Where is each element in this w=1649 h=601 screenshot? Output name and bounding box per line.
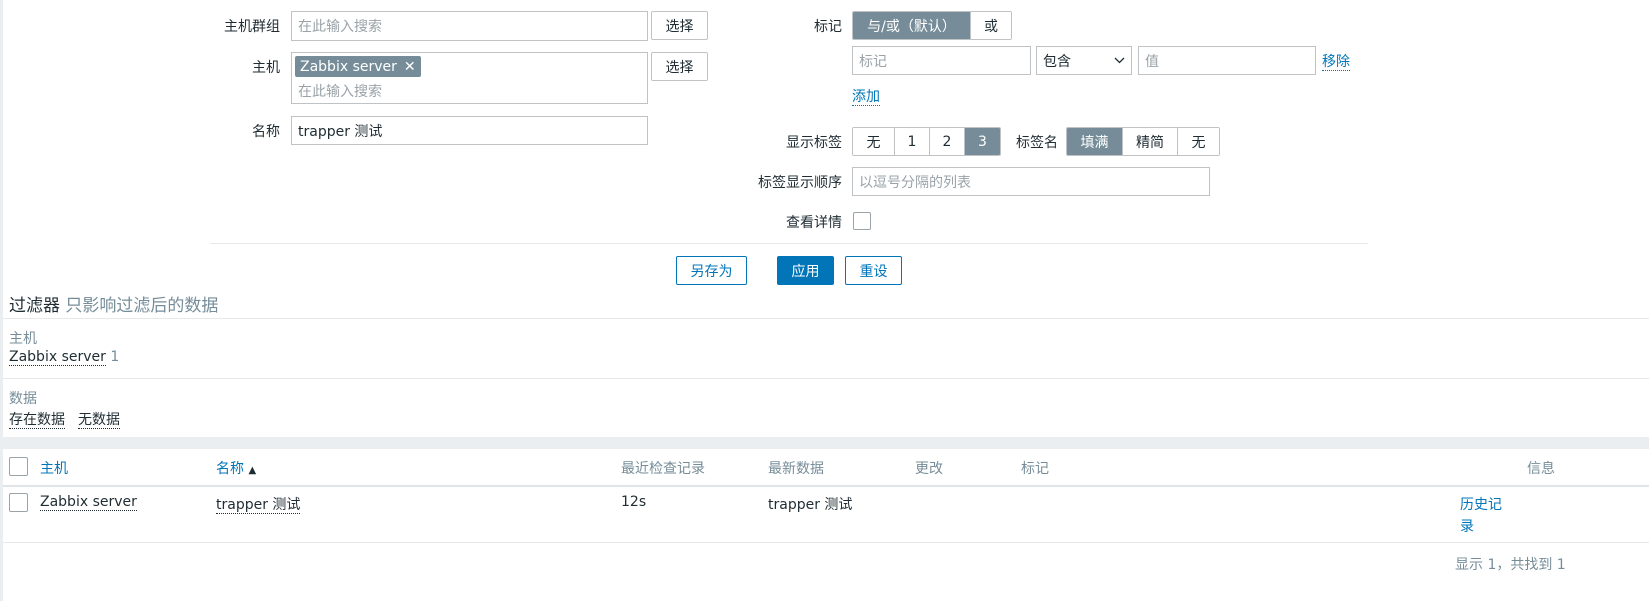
name-label: 名称 — [252, 124, 280, 140]
show-tags-1[interactable]: 1 — [895, 128, 930, 155]
tags-mode-toggle: 与/或（默认） 或 — [852, 11, 1012, 40]
subfilter-heading: 过滤器 只影响过滤后的数据 — [9, 291, 218, 316]
host-groups-placeholder: 在此输入搜索 — [298, 19, 382, 35]
save-as-button[interactable]: 另存为 — [676, 256, 747, 285]
chevron-down-icon — [1114, 54, 1125, 67]
tag-name-full[interactable]: 填满 — [1067, 128, 1123, 155]
column-header-tags: 标记 — [1021, 461, 1049, 477]
add-tag-label: 添加 — [852, 89, 880, 106]
subfilter-divider-2 — [0, 378, 1649, 379]
column-header-host[interactable]: 主机 — [40, 458, 68, 478]
subfilter-hosts-heading: 主机 — [9, 331, 37, 347]
tag-order-label: 标签显示顺序 — [758, 175, 842, 191]
tag-value-input[interactable]: 值 — [1138, 46, 1316, 75]
host-chip-label: Zabbix server — [300, 58, 397, 75]
remove-tag-label: 移除 — [1322, 54, 1350, 71]
table-footer-count: 显示 1，共找到 1 — [1455, 557, 1566, 573]
select-all-checkbox[interactable] — [9, 457, 28, 476]
column-header-name-label: 名称 — [216, 461, 244, 477]
show-tags-3[interactable]: 3 — [965, 128, 1000, 155]
column-header-change: 更改 — [915, 461, 943, 477]
tag-name-mode-toggle: 填满 精简 无 — [1066, 127, 1220, 156]
sort-asc-icon: ▲ — [248, 465, 257, 476]
column-header-name[interactable]: 名称 ▲ — [216, 458, 256, 478]
reset-button[interactable]: 重设 — [845, 256, 902, 285]
hosts-multiselect[interactable]: Zabbix server ✕ 在此输入搜索 — [291, 52, 648, 104]
tag-name-input[interactable]: 标记 — [852, 46, 1031, 75]
row-checkbox[interactable] — [9, 493, 28, 512]
page-left-border — [0, 0, 3, 601]
subfilter-without-data[interactable]: 无数据 — [78, 409, 120, 429]
column-header-info: 信息 — [1527, 461, 1555, 477]
column-header-last-check: 最近检查记录 — [621, 461, 705, 477]
tag-name-placeholder: 标记 — [859, 53, 887, 70]
subfilter-host-item[interactable]: Zabbix server 1 — [9, 349, 120, 366]
section-separator — [0, 437, 1649, 449]
hosts-select-button[interactable]: 选择 — [651, 52, 708, 81]
tag-operator-value: 包含 — [1043, 53, 1071, 70]
show-tags-toggle: 无 1 2 3 — [852, 127, 1001, 156]
subfilter-data-heading: 数据 — [9, 391, 37, 407]
tags-label: 标记 — [814, 19, 842, 35]
show-tags-2[interactable]: 2 — [930, 128, 965, 155]
row-history-link[interactable]: 历史记 录 — [1460, 494, 1502, 538]
host-groups-label: 主机群组 — [224, 19, 280, 35]
host-groups-input[interactable]: 在此输入搜索 — [291, 11, 648, 41]
subfilter-title: 过滤器 — [9, 296, 60, 316]
show-details-checkbox[interactable] — [853, 212, 871, 230]
subfilter-with-data[interactable]: 存在数据 — [9, 409, 65, 429]
tag-name-none[interactable]: 无 — [1178, 128, 1219, 155]
column-header-last-value: 最新数据 — [768, 461, 824, 477]
filter-divider — [210, 243, 1368, 244]
row-name-link[interactable]: trapper 测试 — [216, 494, 301, 514]
tag-order-input[interactable]: 以逗号分隔的列表 — [852, 167, 1210, 196]
tag-operator-select[interactable]: 包含 — [1036, 46, 1132, 75]
table-header-divider — [0, 485, 1649, 487]
subfilter-host-label: Zabbix server — [9, 349, 106, 366]
hosts-label: 主机 — [252, 60, 280, 76]
table-row-divider — [0, 542, 1649, 543]
name-input[interactable]: trapper 测试 — [291, 116, 648, 145]
show-tags-none[interactable]: 无 — [853, 128, 895, 155]
tag-value-placeholder: 值 — [1145, 53, 1159, 70]
add-tag-link[interactable]: 添加 — [852, 86, 880, 106]
close-icon[interactable]: ✕ — [404, 59, 416, 75]
name-input-value: trapper 测试 — [298, 123, 383, 140]
remove-tag-link[interactable]: 移除 — [1322, 51, 1350, 71]
tag-name-short[interactable]: 精简 — [1123, 128, 1178, 155]
subfilter-divider-1 — [0, 318, 1649, 319]
host-chip: Zabbix server ✕ — [295, 56, 421, 77]
row-last-check: 12s — [621, 494, 647, 510]
row-host-label: Zabbix server — [40, 494, 137, 511]
tags-mode-or[interactable]: 或 — [971, 12, 1011, 39]
hosts-placeholder: 在此输入搜索 — [298, 84, 382, 100]
subfilter-host-count: 1 — [110, 349, 120, 365]
show-tags-label: 显示标签 — [786, 135, 842, 151]
subfilter-with-data-label: 存在数据 — [9, 412, 65, 429]
subfilter-subtitle: 只影响过滤后的数据 — [65, 296, 219, 316]
tag-name-mode-label: 标签名 — [1016, 135, 1058, 151]
row-history-label-1: 历史记 — [1460, 497, 1502, 513]
row-last-value: trapper 测试 — [768, 497, 853, 513]
row-name-label: trapper 测试 — [216, 497, 301, 514]
subfilter-without-data-label: 无数据 — [78, 412, 120, 429]
tag-order-placeholder: 以逗号分隔的列表 — [859, 174, 971, 191]
tags-mode-and-or[interactable]: 与/或（默认） — [853, 12, 971, 39]
row-history-label-2: 录 — [1460, 519, 1474, 535]
row-host-link[interactable]: Zabbix server — [40, 494, 137, 511]
host-groups-select-button[interactable]: 选择 — [651, 11, 708, 40]
show-details-label: 查看详情 — [786, 215, 842, 231]
apply-button[interactable]: 应用 — [777, 256, 834, 285]
